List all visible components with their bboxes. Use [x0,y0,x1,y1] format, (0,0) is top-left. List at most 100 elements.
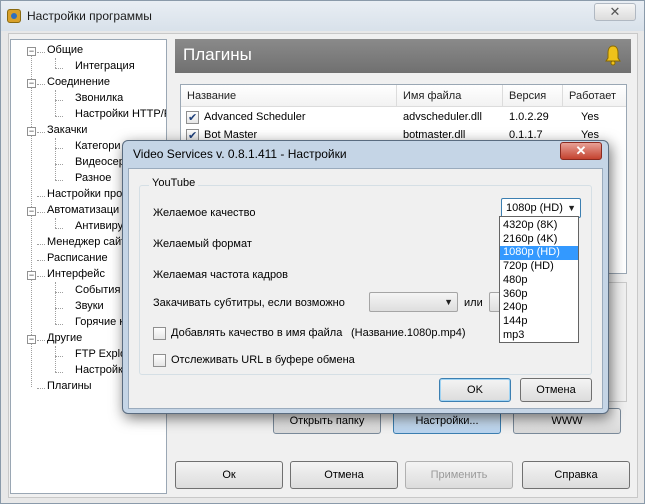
tree-connector [55,372,63,373]
tree-expander-icon[interactable]: − [27,79,36,88]
tree-connector [55,90,56,116]
plugin-version: 1.0.2.29 [509,111,549,123]
fps-label: Желаемая частота кадров [153,269,289,281]
app-icon [7,9,21,23]
tree-item[interactable]: Горячие к [75,316,124,328]
tree-expander-icon[interactable]: − [27,271,36,280]
chevron-down-icon: ▼ [444,297,453,307]
tree-connector [37,388,45,389]
tree-connector [55,218,56,228]
column-header-version[interactable]: Версия [503,85,563,107]
quality-option[interactable]: mp3 [500,329,578,343]
quality-option[interactable]: 360p [500,288,578,302]
column-header-name[interactable]: Название [181,85,397,107]
quality-value: 1080p (HD) [506,202,563,214]
tree-item[interactable]: Разное [75,172,111,184]
dialog-title: Video Services v. 0.8.1.411 - Настройки [133,147,347,161]
tree-connector [55,356,63,357]
tree-item[interactable]: Менеджер сайт [47,236,126,248]
tree-item[interactable]: Интеграция [75,60,135,72]
panel-title: Плагины [183,45,252,64]
tree-connector [55,116,63,117]
chevron-down-icon: ▼ [567,203,576,213]
column-header-file[interactable]: Имя файла [397,85,503,107]
add-quality-checkbox[interactable] [153,327,166,340]
tree-connector [55,138,56,180]
tree-connector [55,308,63,309]
tree-connector [37,212,45,213]
plugin-checkbox[interactable] [186,109,199,127]
add-quality-label: Добавлять качество в имя файла [171,327,343,339]
tree-connector [55,228,63,229]
tree-item[interactable]: Общие [47,44,83,56]
tree-connector [55,292,63,293]
tree-item[interactable]: События [75,284,120,296]
tree-item[interactable]: Звуки [75,300,104,312]
quality-dropdown-list: 4320p (8K) 2160p (4K) 1080p (HD) 720p (HD) 4… [499,216,579,343]
quality-label: Желаемое качество [153,207,256,219]
tree-item[interactable]: Закачки [47,124,87,136]
tree-connector [55,324,63,325]
tree-expander-icon[interactable]: − [27,335,36,344]
subtitles-label: Закачивать субтитры, если возможно [153,297,345,309]
tree-item[interactable]: Категори [75,140,120,152]
ok-button[interactable]: Ок [175,461,283,489]
tree-item[interactable]: Антивиру [75,220,123,232]
quality-option[interactable]: 4320p (8K) [500,219,578,233]
quality-option[interactable]: 720p (HD) [500,260,578,274]
table-row[interactable]: Advanced Scheduler advscheduler.dll 1.0.… [181,108,626,127]
tree-item[interactable]: Видеосер [75,156,125,168]
tree-expander-icon[interactable]: − [27,127,36,136]
tree-item[interactable]: Автоматизаци [47,204,119,216]
dialog-ok-button[interactable]: OK [439,378,511,402]
plugin-name: Advanced Scheduler [204,111,306,123]
group-label: YouTube [149,177,199,189]
dialog-cancel-button[interactable]: Отмена [520,378,592,402]
window-close-button[interactable]: ✕ [594,3,636,21]
tree-item[interactable]: Настройки прогр [47,188,132,200]
column-header-works[interactable]: Работает [563,85,626,107]
quality-option[interactable]: 240p [500,301,578,315]
window-title: Настройки программы [27,9,152,23]
tree-item[interactable]: Другие [47,332,82,344]
tree-item[interactable]: Плагины [47,380,92,392]
tree-connector [55,180,63,181]
tree-connector [55,68,63,69]
tree-expander-icon[interactable]: − [27,207,36,216]
watch-clipboard-label: Отслеживать URL в буфере обмена [171,354,355,366]
tree-item[interactable]: Звонилка [75,92,123,104]
format-label: Желаемый формат [153,238,252,250]
tree-item[interactable]: Настройк [75,364,123,376]
tree-item[interactable]: Расписание [47,252,108,264]
tree-expander-icon[interactable]: − [27,47,36,56]
quality-option[interactable]: 480p [500,274,578,288]
quality-option[interactable]: 1080p (HD) [500,246,578,260]
tree-item[interactable]: Настройки HTTP/F [75,108,166,120]
quality-select[interactable]: 1080p (HD) ▼ [501,198,581,218]
tree-connector [55,164,63,165]
cancel-button[interactable]: Отмена [290,461,398,489]
plugin-works: Yes [581,111,599,123]
subtitles-or-label: или [464,297,483,309]
tree-item[interactable]: Соединение [47,76,110,88]
tree-connector [37,276,45,277]
tree-connector [55,346,56,372]
tree-connector [37,244,45,245]
tree-item[interactable]: Интерфейс [47,268,105,280]
tree-connector [37,340,45,341]
tree-connector [55,148,63,149]
quality-option[interactable]: 144p [500,315,578,329]
apply-button[interactable]: Применить [405,461,513,489]
help-button[interactable]: Справка [522,461,630,489]
tree-connector [37,84,45,85]
bell-icon[interactable] [603,44,623,66]
watch-clipboard-checkbox[interactable] [153,354,166,367]
dialog-close-button[interactable]: ✕ [560,142,602,160]
subtitles-select[interactable]: ▼ [369,292,458,312]
tree-connector [55,282,56,324]
tree-connector [37,260,45,261]
panel-header: Плагины [175,39,631,73]
quality-option[interactable]: 2160p (4K) [500,233,578,247]
window-titlebar[interactable]: Настройки программы ✕ [1,1,644,31]
dialog-titlebar[interactable]: Video Services v. 0.8.1.411 - Настройки … [123,141,608,167]
